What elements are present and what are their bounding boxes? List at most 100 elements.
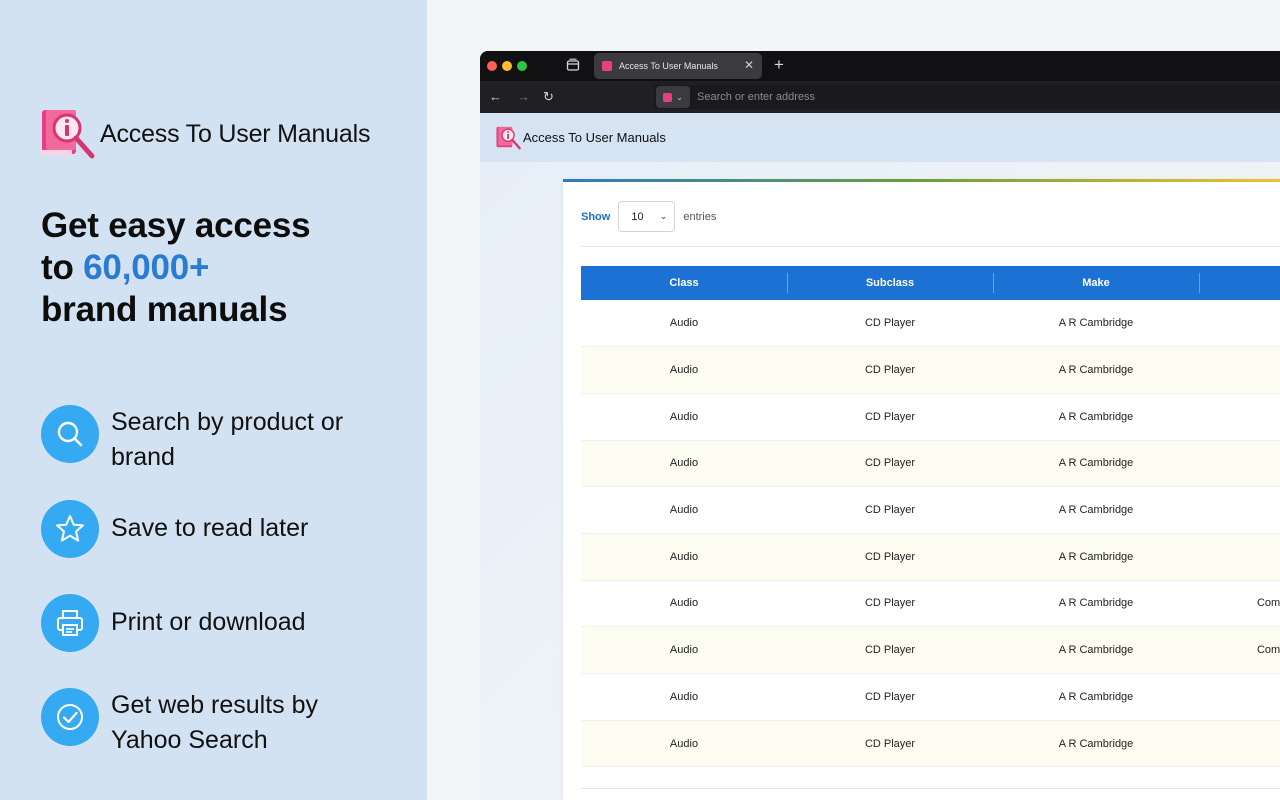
headline-line-3: brand manuals [41,290,288,329]
subclass-cell: CD Player [787,626,993,674]
table-body: AudioCD PlayerA R CambridgeAAudioCD Play… [581,300,1280,768]
table-row[interactable]: Audio CD Player A R Cambridge [581,346,1280,394]
manuals-table-card: Show 10 ⌄ entries Class Subclass Make Au… [563,179,1280,800]
subclass-cell: CD Player [787,440,993,488]
feature-search: Search by product or brand [41,405,351,475]
model-cell [1199,440,1280,488]
tab-title: Access To User Manuals [619,61,718,71]
feature-text: Get web results by Yahoo Search [111,691,319,754]
make-cell: A R Cambridge [993,580,1199,628]
close-window-button[interactable] [487,61,497,71]
page-title[interactable]: Access To User Manuals [523,130,666,145]
make-cell: A R Cambridge [993,533,1199,581]
subclass-cell: CD Player [787,580,993,628]
favicon-icon [602,61,612,71]
make-cell: A R Cambridge [993,440,1199,488]
subclass-cell: CD Player [787,533,993,581]
column-header-make[interactable]: Make [993,266,1199,300]
make-cell: A R Cambridge [993,300,1199,348]
tab-access-to-user-manuals[interactable]: Access To User Manuals ✕ [594,53,762,79]
class-cell: Audio [581,626,787,674]
class-cell: Audio [581,440,787,488]
model-cell [1199,673,1280,721]
tab-overview-icon[interactable] [566,58,580,72]
manual-logo-icon[interactable] [495,125,523,151]
make-cell: A R Cambridge [993,673,1199,721]
model-cell: A [1199,300,1280,348]
page-header: Access To User Manuals [480,113,1280,162]
class-cell: Audio [581,346,787,394]
headline-to: to [41,248,84,287]
manuals-table: Class Subclass Make Audio CD Player A R Ca… [581,266,1280,768]
make-cell: A R Cambridge [993,393,1199,441]
back-arrow-icon[interactable]: ← [489,89,502,104]
forward-arrow-icon[interactable]: → [517,89,530,104]
table-row[interactable]: AudioCD PlayerA R CambridgeI [581,720,1280,768]
entries-value: 10 [631,210,644,223]
class-cell: Audio [581,393,787,441]
table-row[interactable]: Audio CD Player A R Cambridge [581,673,1280,721]
subclass-cell: CD Player [787,673,993,721]
model-cell: Compact [1199,626,1280,674]
chevron-down-icon: ⌄ [676,92,683,102]
column-header-model[interactable] [1199,266,1280,300]
subclass-cell: CD Player [787,486,993,534]
model-cell [1199,393,1280,441]
feature-text: Print or download [111,608,306,636]
class-cell: Audio [581,673,787,721]
subclass-cell: CD Player [787,346,993,394]
table-row[interactable]: AudioCD PlayerA R CambridgeCompact [581,580,1280,628]
model-cell: Compact [1199,580,1280,628]
make-cell: A R Cambridge [993,486,1199,534]
feature-text: Save to read later [111,514,309,542]
chevron-down-icon: ⌄ [659,211,668,221]
maximize-window-button[interactable] [517,61,527,71]
table-row[interactable]: AudioCD PlayerA R CambridgeA [581,300,1280,348]
brand-name: Access To User Manuals [100,119,371,148]
printer-icon [41,594,99,652]
column-header-subclass[interactable]: Subclass [787,266,993,300]
model-cell [1199,533,1280,581]
nav-bar: ← → ↻ ⌄ Search or enter address [480,81,1280,113]
reload-icon[interactable]: ↻ [543,89,554,105]
column-header-class[interactable]: Class [581,266,787,300]
close-tab-icon[interactable]: ✕ [744,58,754,72]
table-row[interactable]: Audio CD Player A R Cambridge [581,440,1280,488]
feature-save: Save to read later [41,500,351,558]
table-row[interactable]: Audio CD Player A R Cambridge [581,533,1280,581]
promo-panel: Access To User Manuals Get easy access t… [0,0,427,800]
headline-line-1: Get easy access [41,206,311,245]
class-cell: Audio [581,533,787,581]
headline-accent: 60,000+ [83,248,210,287]
minimize-window-button[interactable] [502,61,512,71]
table-row[interactable]: Audio CD Player A R Cambridge [581,486,1280,534]
subclass-cell: CD Player [787,300,993,348]
subclass-cell: CD Player [787,720,993,768]
model-cell [1199,346,1280,394]
title-bar: Access To User Manuals ✕ + [480,51,1280,81]
table-row[interactable]: Audio CD Player A R Cambridge [581,393,1280,441]
model-cell: I [1199,720,1280,768]
new-tab-button[interactable]: + [774,55,784,75]
feature-text: Search by product or brand [111,408,344,471]
table-header-row: Class Subclass Make [581,266,1280,300]
entries-control: Show 10 ⌄ entries [581,201,716,232]
address-placeholder[interactable]: Search or enter address [697,91,815,103]
brand: Access To User Manuals [40,106,370,162]
feature-print: Print or download [41,594,351,652]
class-cell: Audio [581,580,787,628]
headline-line-2: to 60,000+ [41,247,310,289]
table-row[interactable]: AudioCD PlayerA R CambridgeCompact [581,626,1280,674]
web-page: Access To User Manuals Show 10 ⌄ entries… [480,113,1280,800]
search-icon [41,405,99,463]
make-cell: A R Cambridge [993,720,1199,768]
show-label: Show [581,210,611,223]
make-cell: A R Cambridge [993,626,1199,674]
class-cell: Audio [581,486,787,534]
class-cell: Audio [581,300,787,348]
subclass-cell: CD Player [787,393,993,441]
address-bar[interactable]: ⌄ Search or enter address [654,85,1280,109]
entries-select[interactable]: 10 ⌄ [618,201,676,232]
site-identity-button[interactable]: ⌄ [656,86,690,108]
class-cell: Audio [581,720,787,768]
